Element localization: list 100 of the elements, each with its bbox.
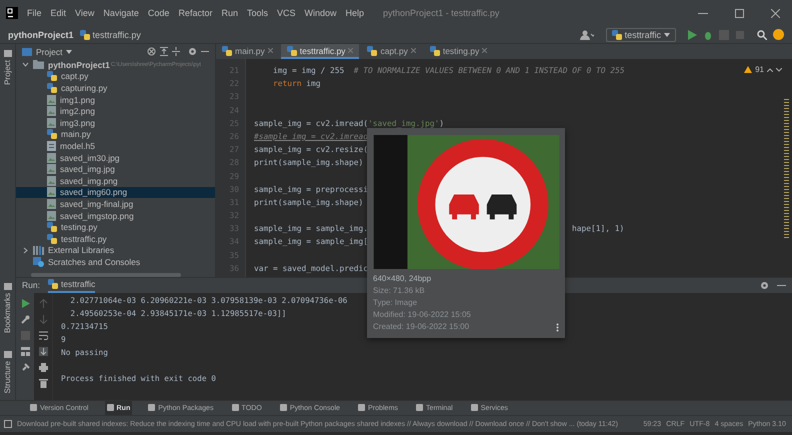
library-icon — [33, 246, 44, 255]
tree-item[interactable]: saved_im30.jpg — [16, 152, 215, 164]
image-file-icon — [47, 210, 56, 221]
collapse-all-icon[interactable] — [172, 47, 180, 56]
warning-count[interactable]: 91 — [755, 65, 764, 74]
update-icon[interactable] — [773, 29, 784, 40]
tree-item[interactable]: img1.png — [16, 94, 215, 106]
tool-icon — [416, 404, 423, 412]
tree-item[interactable]: capturing.py — [16, 82, 215, 94]
project-icon — [22, 48, 32, 56]
close-icon[interactable] — [771, 8, 780, 18]
layout-icon[interactable] — [20, 346, 30, 356]
run-tab[interactable]: testtraffic — [48, 278, 96, 293]
menu-item[interactable]: VCS — [276, 8, 296, 18]
editor-tab[interactable]: testtraffic.py — [280, 44, 360, 59]
menu-item[interactable]: Help — [346, 8, 364, 18]
maximize-icon[interactable] — [735, 8, 744, 18]
python-file-icon — [612, 30, 622, 40]
tree-item[interactable]: img2.png — [16, 105, 215, 117]
image-file-icon — [47, 94, 56, 105]
breadcrumb-item[interactable]: testtraffic.py — [92, 30, 141, 40]
run-icon[interactable] — [20, 298, 30, 308]
window-title: pythonProject1 - testtraffic.py — [383, 8, 500, 18]
close-icon[interactable] — [268, 48, 273, 53]
menu-item[interactable]: Edit — [50, 8, 66, 18]
menu-item[interactable]: Run — [221, 8, 238, 18]
debug-icon[interactable] — [703, 30, 713, 40]
message-icon[interactable] — [4, 420, 12, 428]
close-icon[interactable] — [410, 48, 416, 53]
tree-item[interactable]: img3.png — [16, 116, 215, 129]
print-icon[interactable] — [38, 362, 48, 372]
image-info: 640×480, 24bpp — [373, 274, 432, 283]
breadcrumb-item[interactable]: pythonProject1 — [8, 30, 74, 40]
scroll-to-end-icon[interactable] — [38, 346, 48, 356]
python-file-icon — [48, 279, 58, 290]
menu-item[interactable]: View — [75, 8, 94, 18]
tool-icon — [358, 404, 365, 412]
python-file-icon — [47, 129, 57, 140]
image-info: Type: Image — [373, 298, 418, 307]
image-info: Modified: 19-06-2022 15:05 — [373, 310, 471, 319]
search-icon[interactable] — [757, 30, 767, 40]
panel-icon — [4, 50, 12, 57]
tree-item[interactable]: saved_img60.png — [16, 186, 215, 198]
editor-tab[interactable]: testing.py — [424, 44, 494, 59]
panel-icon — [4, 351, 12, 358]
menu-item[interactable]: File — [27, 8, 42, 18]
locate-icon[interactable] — [147, 47, 156, 56]
tree-item[interactable]: testing.py — [16, 221, 215, 233]
tree-item[interactable]: testtraffic.py — [16, 232, 215, 244]
menu-item[interactable]: Navigate — [103, 8, 139, 18]
menu-item[interactable]: Refactor — [178, 8, 212, 18]
tool-icon — [470, 404, 478, 412]
trash-icon[interactable] — [38, 378, 48, 388]
close-icon[interactable] — [482, 48, 488, 53]
tool-icon — [232, 404, 239, 412]
more-options-icon[interactable] — [556, 323, 559, 332]
python-file-icon — [47, 222, 57, 232]
tool-window-tab[interactable]: Bookmarks — [4, 293, 12, 334]
python-file-icon — [80, 30, 90, 40]
expand-all-icon[interactable] — [160, 47, 168, 56]
tree-item[interactable]: saved_img.png — [16, 174, 215, 187]
soft-wrap-icon[interactable] — [38, 330, 48, 340]
image-file-icon — [47, 106, 56, 116]
tool-window-tab[interactable]: Project — [4, 60, 12, 85]
tree-item[interactable]: model.h5 — [16, 140, 215, 152]
tree-item[interactable]: main.py — [16, 128, 215, 140]
tool-window-tab[interactable]: Structure — [4, 361, 12, 394]
dropdown-arrow-icon — [664, 32, 670, 36]
warning-icon — [744, 66, 752, 73]
settings-icon[interactable] — [760, 280, 769, 290]
image-file-icon — [47, 198, 56, 209]
tree-item[interactable]: Scratches and Consoles — [16, 256, 215, 268]
file-icon — [47, 140, 56, 151]
project-view-dropdown[interactable]: Project — [36, 46, 62, 56]
settings-icon[interactable] — [188, 47, 197, 56]
user-icon[interactable] — [580, 30, 594, 40]
tool-icon — [280, 404, 287, 412]
tree-item[interactable]: capt.py — [16, 70, 215, 82]
folder-icon — [33, 60, 44, 70]
image-info: Created: 19-06-2022 15:00 — [373, 322, 470, 331]
editor-tab[interactable]: main.py — [216, 44, 279, 59]
tree-item[interactable]: External Libraries — [16, 244, 215, 256]
run-icon[interactable] — [688, 30, 697, 40]
python-file-icon — [367, 46, 378, 56]
image-info: Size: 71.36 kB — [373, 286, 425, 295]
image-file-icon — [47, 187, 56, 198]
wrench-icon[interactable] — [20, 314, 30, 324]
editor-tab[interactable]: capt.py — [361, 44, 422, 59]
dropdown-arrow-icon[interactable] — [66, 50, 72, 54]
pin-icon[interactable] — [20, 362, 30, 372]
menu-item[interactable]: Window — [304, 8, 337, 18]
menu-item[interactable]: Tools — [246, 8, 268, 18]
tree-item[interactable]: saved_img.jpg — [16, 163, 215, 175]
tool-icon — [30, 404, 37, 412]
run-configuration-dropdown[interactable]: testtraffic — [606, 28, 676, 42]
python-file-icon — [47, 82, 57, 93]
tree-item[interactable]: saved_img-final.jpg — [16, 198, 215, 210]
tree-item[interactable]: saved_imgstop.png — [16, 210, 215, 222]
image-file-icon — [47, 118, 56, 128]
menu-item[interactable]: Code — [148, 8, 170, 18]
